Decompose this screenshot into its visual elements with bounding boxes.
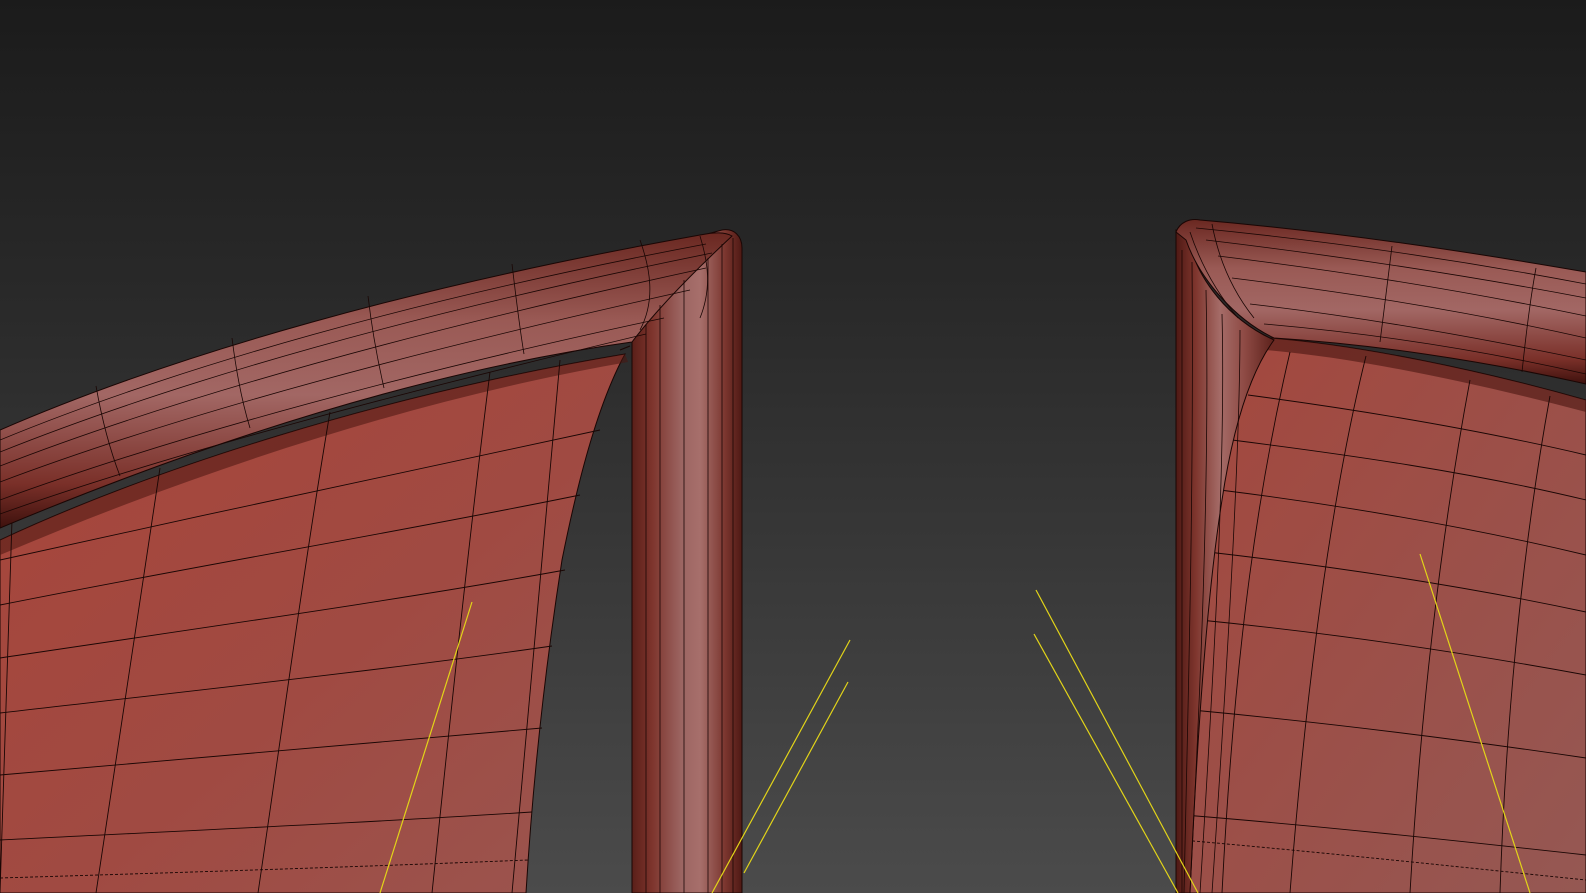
3d-viewport[interactable] [0, 0, 1586, 893]
viewport-canvas[interactable] [0, 0, 1586, 893]
